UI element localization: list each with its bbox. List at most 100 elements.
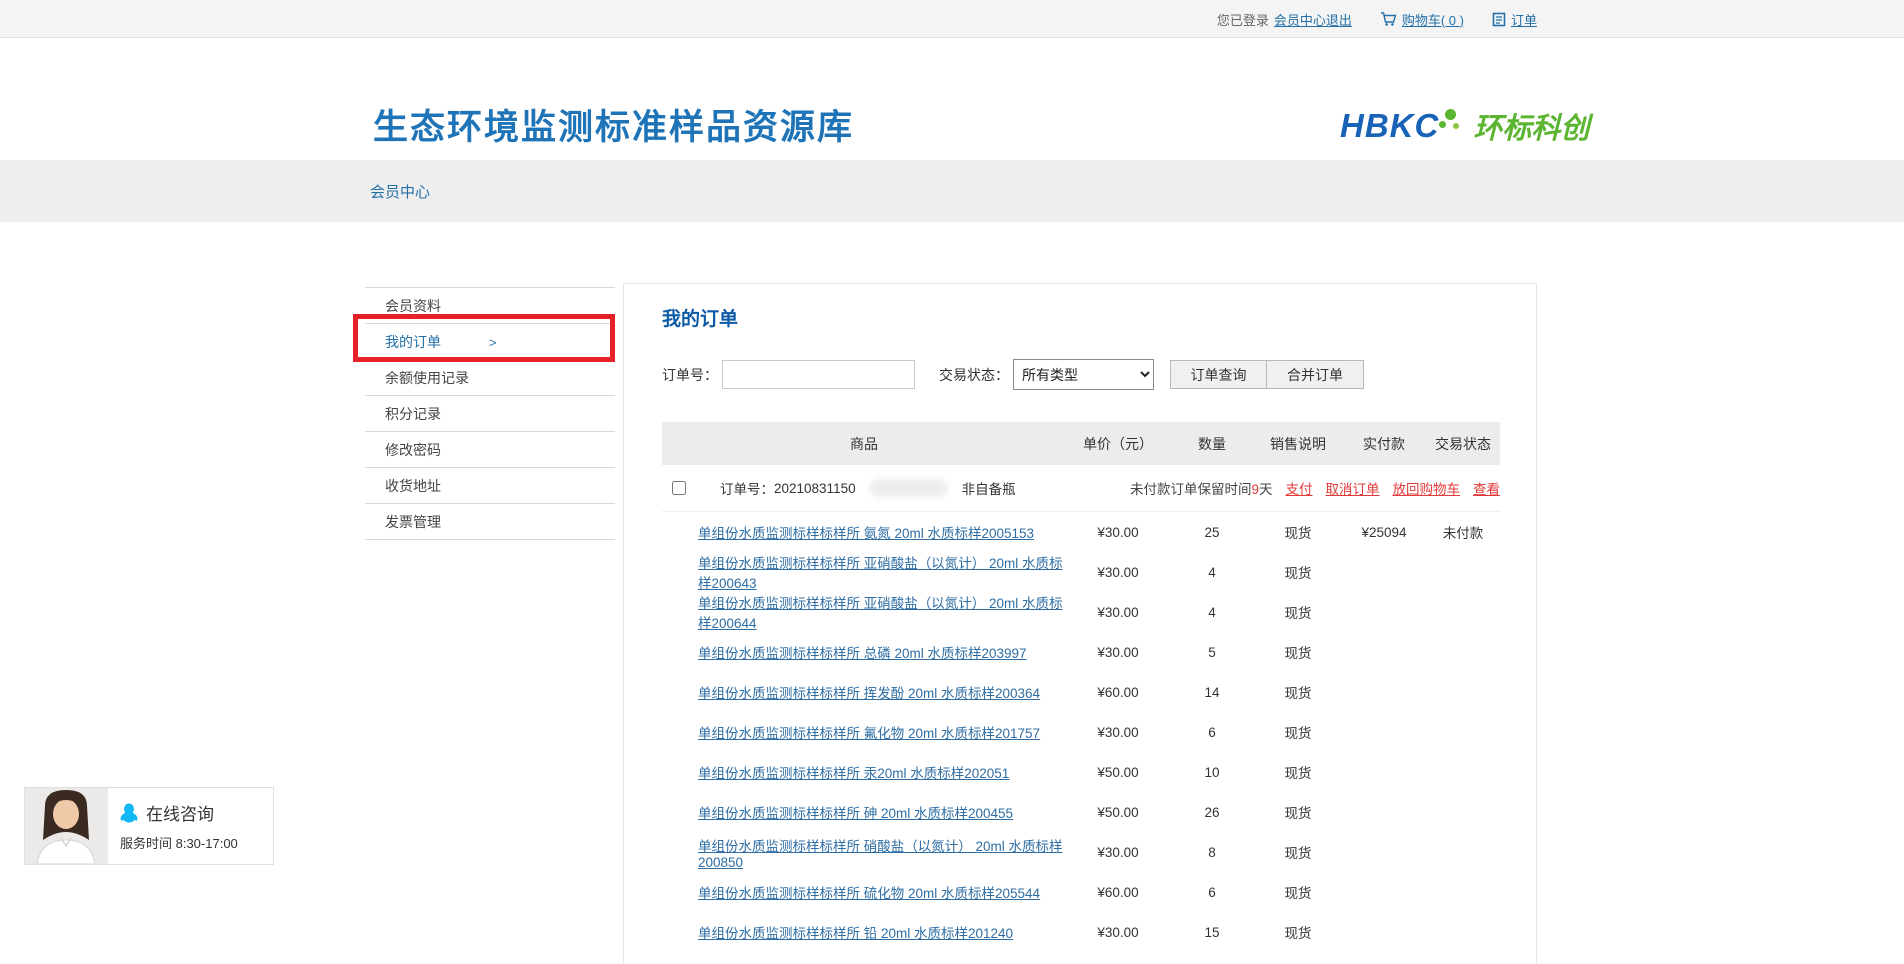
sidebar-item[interactable]: 余额使用记录 <box>365 360 615 396</box>
sale-note: 现货 <box>1254 682 1342 702</box>
brand-latin-text: HBKC <box>1340 107 1439 145</box>
sidebar-item[interactable]: 我的订单> <box>365 324 615 360</box>
order-item-row: 单组份水质监测标样标样所 氨氮 20ml 水质标样2005153 ¥30.00 … <box>662 512 1500 552</box>
unit-price: ¥30.00 <box>1066 725 1170 740</box>
order-select-checkbox[interactable] <box>672 481 686 495</box>
support-agent-photo <box>25 788 108 864</box>
product-link[interactable]: 单组份水质监测标样标样所 亚硝酸盐（以氮计） 20ml 水质标样200644 <box>698 596 1063 631</box>
order-item-row: 单组份水质监测标样标样所 亚硝酸盐（以氮计） 20ml 水质标样200644 ¥… <box>662 592 1500 632</box>
quantity: 14 <box>1170 685 1254 700</box>
retention-days: 9 <box>1251 482 1259 497</box>
chat-title: 在线咨询 <box>146 800 214 825</box>
sidebar-item[interactable]: 会员资料 <box>365 288 615 324</box>
member-center-logout-link[interactable]: 会员中心退出 <box>1274 10 1352 29</box>
order-item-row: 单组份水质监测标样标样所 汞20ml 水质标样202051 ¥50.00 10 … <box>662 752 1500 792</box>
unit-price: ¥30.00 <box>1066 645 1170 660</box>
page: 您已登录 会员中心退出 购物车( 0 ) 订单 <box>0 0 1904 964</box>
quantity: 4 <box>1170 605 1254 620</box>
return-to-cart-link[interactable]: 放回购物车 <box>1393 478 1461 498</box>
order-item-row: 单组份水质监测标样标样所 总磷 20ml 水质标样203997 ¥30.00 5… <box>662 632 1500 672</box>
product-link[interactable]: 单组份水质监测标样标样所 砷 20ml 水质标样200455 <box>698 806 1013 821</box>
quantity: 6 <box>1170 885 1254 900</box>
orders-table-header: 商品 单价（元） 数量 销售说明 实付款 交易状态 <box>662 422 1500 465</box>
unit-price: ¥50.00 <box>1066 765 1170 780</box>
chat-info: 在线咨询 服务时间 8:30-17:00 <box>108 788 273 864</box>
cart-link[interactable]: 购物车( 0 ) <box>1402 10 1464 29</box>
pay-link[interactable]: 支付 <box>1286 478 1313 498</box>
status-select[interactable]: 所有类型 <box>1013 359 1154 390</box>
sidebar-item[interactable]: 积分记录 <box>365 396 615 432</box>
unit-price: ¥60.00 <box>1066 685 1170 700</box>
order-group-row: 订单号： 20210831150 非自备瓶 未付款订单保留时间9天 支付 取消订… <box>662 465 1500 512</box>
col-sale-note: 销售说明 <box>1254 434 1342 454</box>
molecule-dots-icon <box>1439 109 1465 143</box>
status-label: 交易状态： <box>939 365 1009 385</box>
orders-link[interactable]: 订单 <box>1511 10 1537 29</box>
order-item-row: 单组份水质监测标样标样所 砷 20ml 水质标样200455 ¥50.00 26… <box>662 792 1500 832</box>
order-item-row: 单组份水质监测标样标样所 铅 20ml 水质标样201240 ¥30.00 15… <box>662 912 1500 952</box>
member-sidebar: 会员资料 我的订单> 余额使用记录 积分记录 修改密码 收货地址 发票管理 <box>365 287 615 540</box>
sale-note: 现货 <box>1254 642 1342 662</box>
site-header: 生态环境监测标准样品资源库 HBKC 环标科创 产品分类 首页 产品查询 新品上… <box>0 39 1904 160</box>
order-item-row: 单组份水质监测标样标样所 氟化物 20ml 水质标样201757 ¥30.00 … <box>662 712 1500 752</box>
quantity: 15 <box>1170 925 1254 940</box>
sale-note: 现货 <box>1254 522 1342 542</box>
sale-note: 现货 <box>1254 922 1342 942</box>
sale-note: 现货 <box>1254 562 1342 582</box>
sidebar-item[interactable]: 修改密码 <box>365 432 615 468</box>
top-utility-bar: 您已登录 会员中心退出 购物车( 0 ) 订单 <box>0 0 1904 38</box>
sale-note: 现货 <box>1254 802 1342 822</box>
shopping-cart-icon <box>1380 11 1397 27</box>
orders-icon <box>1492 12 1506 27</box>
product-link[interactable]: 单组份水质监测标样标样所 氟化物 20ml 水质标样201757 <box>698 726 1040 741</box>
site-logo-title[interactable]: 生态环境监测标准样品资源库 <box>373 99 854 150</box>
breadcrumb-band: 会员中心 <box>0 160 1904 222</box>
sidebar-item[interactable]: 发票管理 <box>365 504 615 540</box>
quantity: 25 <box>1170 525 1254 540</box>
cancel-order-link[interactable]: 取消订单 <box>1326 478 1380 498</box>
merge-orders-button[interactable]: 合并订单 <box>1267 360 1364 389</box>
order-no-input[interactable] <box>722 360 915 389</box>
quantity: 10 <box>1170 765 1254 780</box>
product-link[interactable]: 单组份水质监测标样标样所 汞20ml 水质标样202051 <box>698 766 1009 781</box>
sale-note: 现货 <box>1254 842 1342 862</box>
retention-text: 未付款订单保留时间9天 <box>1130 478 1273 498</box>
product-link[interactable]: 单组份水质监测标样标样所 挥发酚 20ml 水质标样200364 <box>698 686 1040 701</box>
order-no-value: 20210831150 <box>774 481 856 496</box>
sale-note: 现货 <box>1254 722 1342 742</box>
sale-note: 现货 <box>1254 762 1342 782</box>
view-order-link[interactable]: 查看 <box>1473 478 1500 498</box>
product-link[interactable]: 单组份水质监测标样标样所 铅 20ml 水质标样201240 <box>698 926 1013 941</box>
brand-cn-text: 环标科创 <box>1473 105 1589 147</box>
quantity: 5 <box>1170 645 1254 660</box>
page-title: 我的订单 <box>662 304 1498 331</box>
unit-price: ¥50.00 <box>1066 805 1170 820</box>
product-link[interactable]: 单组份水质监测标样标样所 总磷 20ml 水质标样203997 <box>698 646 1027 661</box>
order-item-row: 单组份水质监测标样标样所 硝酸盐（以氮计） 20ml 水质标样200850 ¥3… <box>662 832 1500 872</box>
qq-penguin-icon <box>120 803 138 823</box>
col-qty: 数量 <box>1170 434 1254 454</box>
sale-note: 现货 <box>1254 602 1342 622</box>
order-no-label: 订单号： <box>662 365 718 385</box>
sidebar-item[interactable]: 收货地址 <box>365 468 615 504</box>
sale-note: 现货 <box>1254 882 1342 902</box>
order-item-row: 单组份水质监测标样标样所 硫化物 20ml 水质标样205544 ¥60.00 … <box>662 872 1500 912</box>
online-chat-widget[interactable]: 在线咨询 服务时间 8:30-17:00 <box>24 787 274 865</box>
orders-table: 商品 单价（元） 数量 销售说明 实付款 交易状态 订单号： 202108311… <box>662 422 1500 952</box>
product-link[interactable]: 单组份水质监测标样标样所 亚硝酸盐（以氮计） 20ml 水质标样200643 <box>698 556 1063 591</box>
breadcrumb[interactable]: 会员中心 <box>370 181 430 202</box>
order-item-row: 单组份水质监测标样标样所 亚硝酸盐（以氮计） 20ml 水质标样200643 ¥… <box>662 552 1500 592</box>
chat-hours: 服务时间 8:30-17:00 <box>120 833 273 852</box>
logged-in-text: 您已登录 <box>1217 10 1269 29</box>
trade-status: 未付款 <box>1426 522 1500 542</box>
product-link[interactable]: 单组份水质监测标样标样所 氨氮 20ml 水质标样2005153 <box>698 526 1034 541</box>
unit-price: ¥30.00 <box>1066 845 1170 860</box>
order-item-row: 单组份水质监测标样标样所 挥发酚 20ml 水质标样200364 ¥60.00 … <box>662 672 1500 712</box>
bottle-note: 非自备瓶 <box>962 478 1016 498</box>
product-link[interactable]: 单组份水质监测标样标样所 硫化物 20ml 水质标样205544 <box>698 886 1040 901</box>
order-search-button[interactable]: 订单查询 <box>1170 360 1267 389</box>
col-product: 商品 <box>662 434 1066 454</box>
quantity: 8 <box>1170 845 1254 860</box>
product-link[interactable]: 单组份水质监测标样标样所 硝酸盐（以氮计） 20ml 水质标样200850 <box>698 839 1063 870</box>
order-no-redacted-blur <box>870 479 948 497</box>
